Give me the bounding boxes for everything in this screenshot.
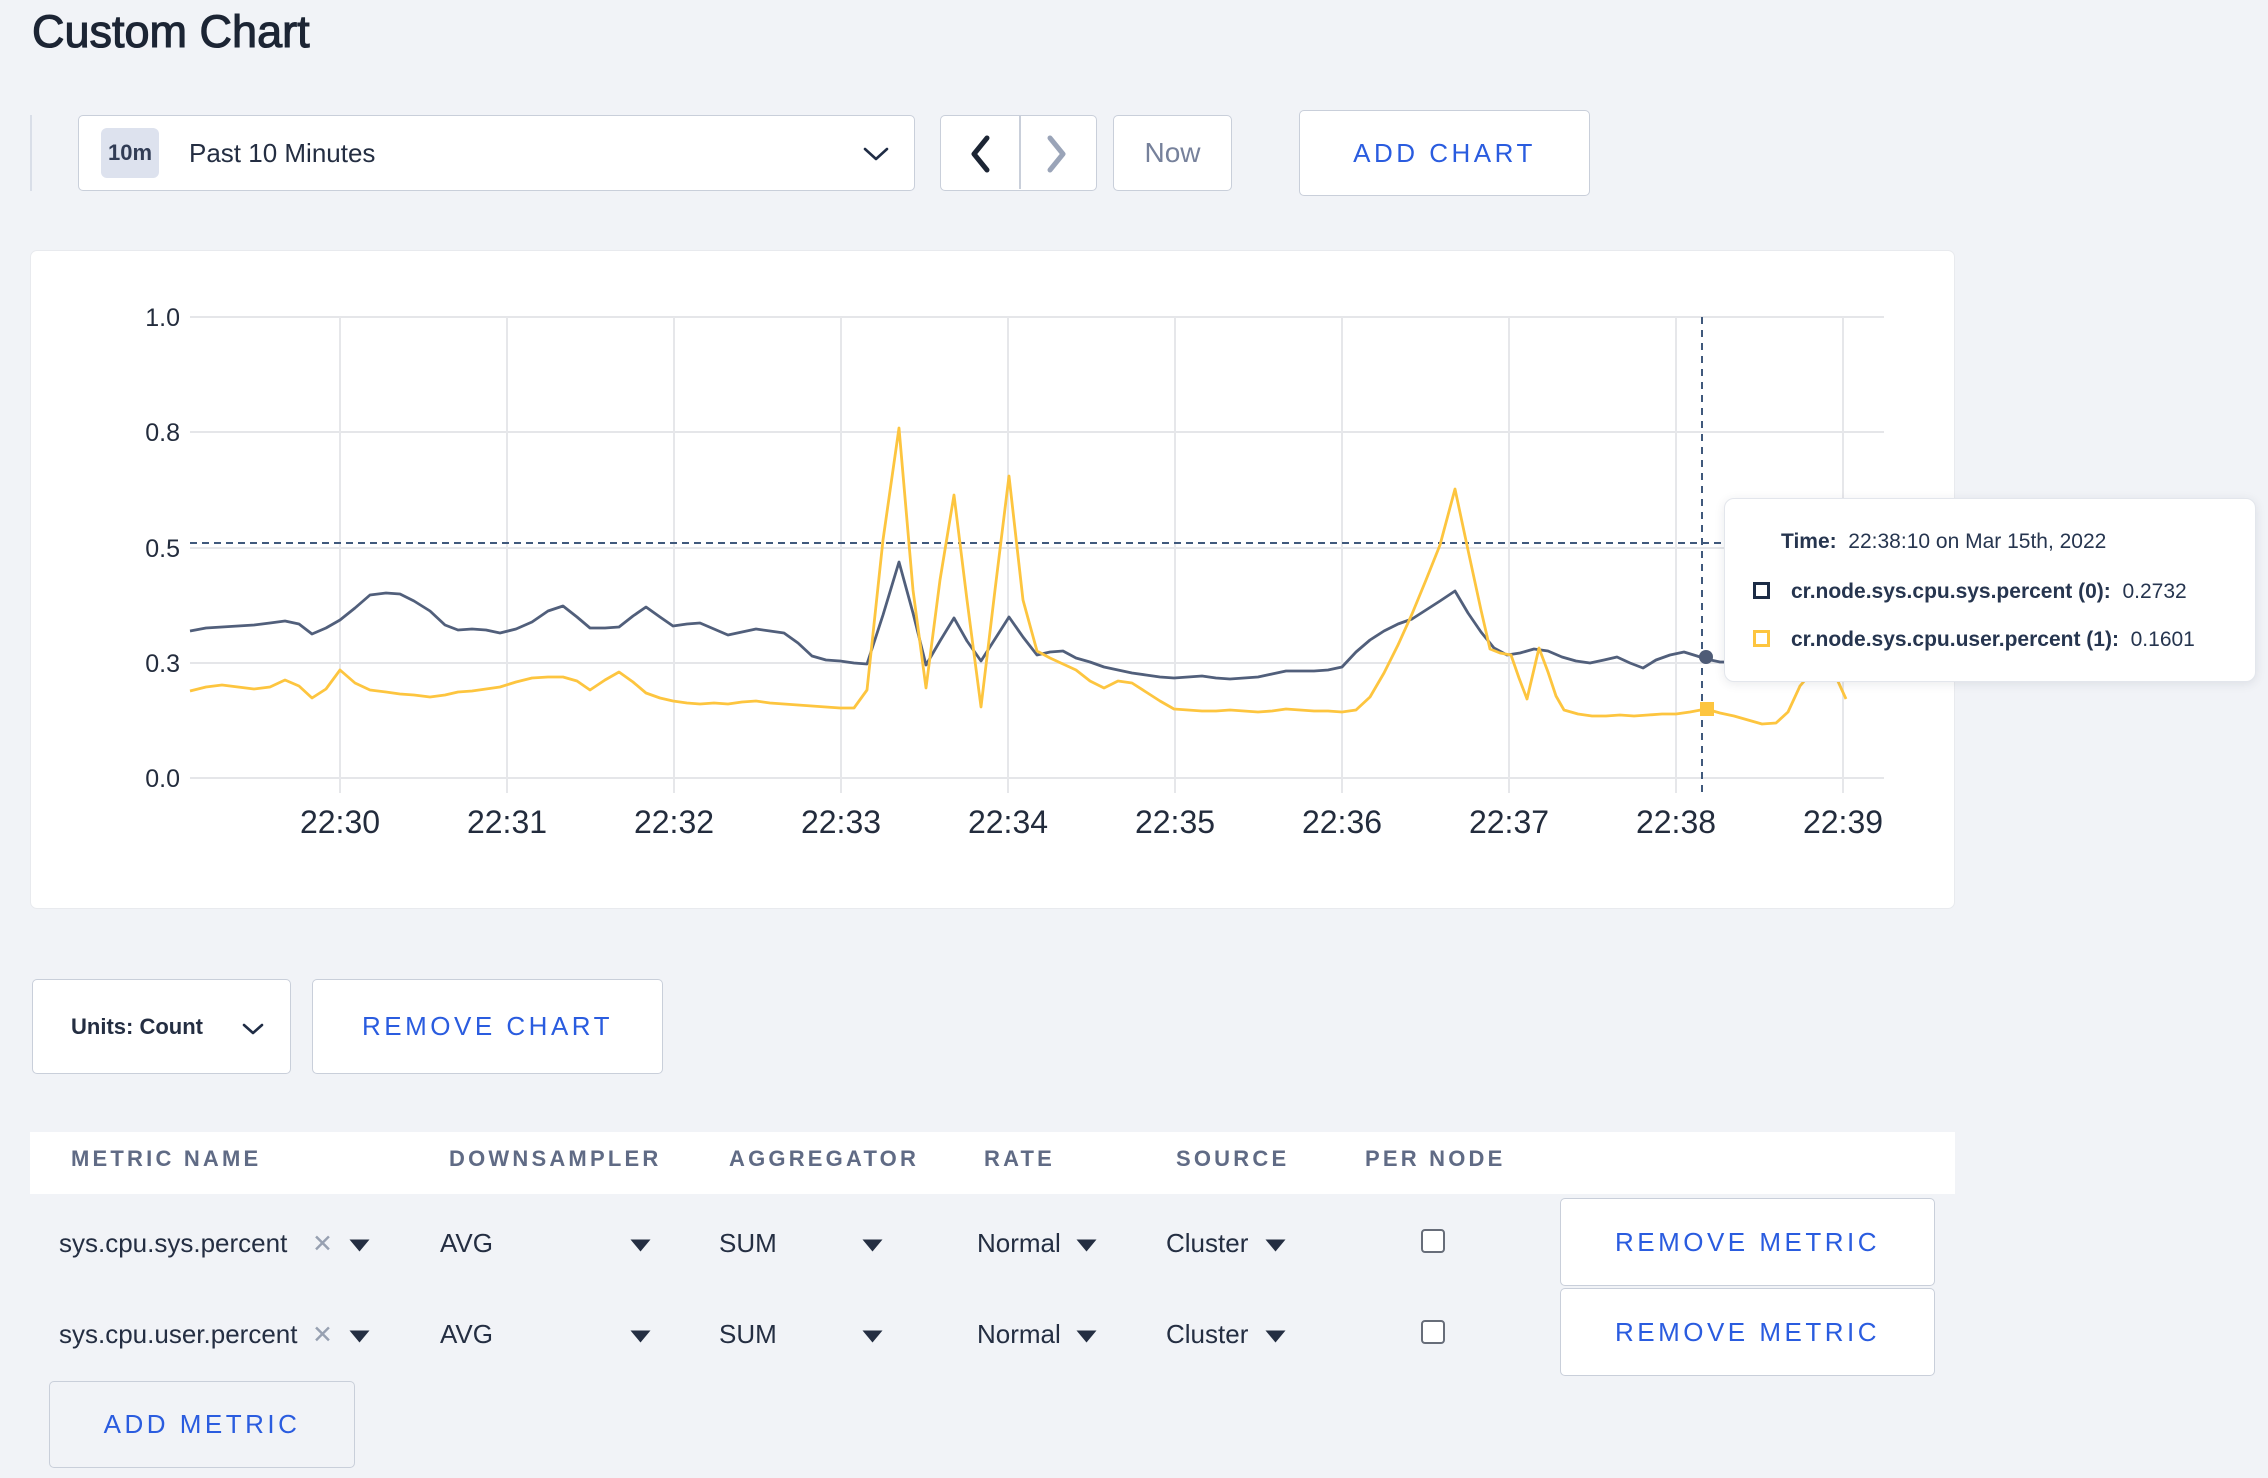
svg-text:1.0: 1.0 xyxy=(145,304,180,332)
svg-text:22:34: 22:34 xyxy=(968,804,1048,840)
svg-text:22:30: 22:30 xyxy=(300,804,380,840)
svg-text:22:36: 22:36 xyxy=(1302,804,1382,840)
svg-text:0.5: 0.5 xyxy=(145,535,180,563)
svg-text:22:33: 22:33 xyxy=(801,804,881,840)
svg-text:0.8: 0.8 xyxy=(145,419,180,447)
svg-text:22:32: 22:32 xyxy=(634,804,714,840)
svg-text:22:39: 22:39 xyxy=(1803,804,1883,840)
svg-text:22:37: 22:37 xyxy=(1469,804,1549,840)
svg-text:22:31: 22:31 xyxy=(467,804,547,840)
svg-text:0.3: 0.3 xyxy=(145,650,180,678)
svg-text:22:38: 22:38 xyxy=(1636,804,1716,840)
svg-text:0.0: 0.0 xyxy=(145,765,180,793)
svg-text:22:35: 22:35 xyxy=(1135,804,1215,840)
